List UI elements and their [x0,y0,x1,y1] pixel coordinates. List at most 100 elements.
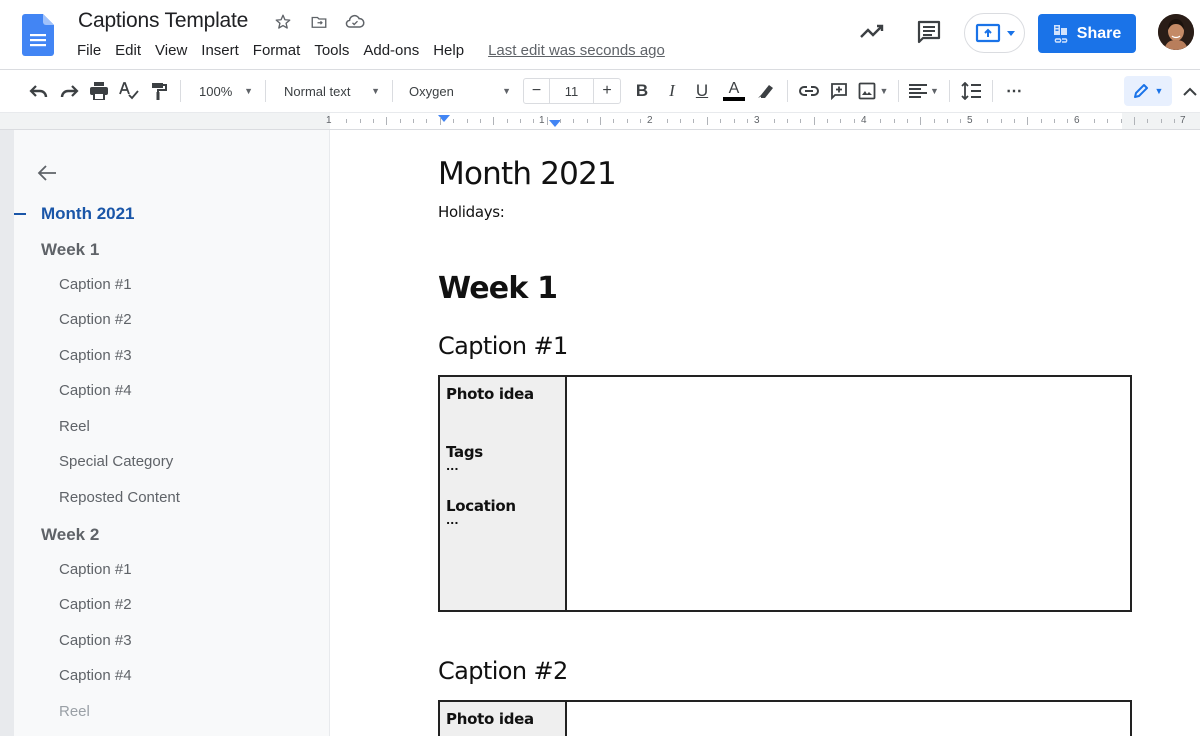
share-button[interactable]: Share [1038,14,1136,53]
ruler-tick [666,119,668,123]
ruler-tick [1053,119,1055,123]
menu-edit[interactable]: Edit [108,40,148,61]
cloud-saved-icon[interactable] [344,11,366,33]
menu-bar: File Edit View Insert Format Tools Add-o… [70,40,665,61]
bold-button[interactable]: B [627,77,657,105]
menu-file[interactable]: File [70,40,108,61]
outline-item-h3[interactable]: Caption #2 [59,311,132,328]
document-title[interactable]: Captions Template [78,9,248,33]
star-icon[interactable] [272,11,294,33]
menu-insert[interactable]: Insert [194,40,246,61]
outline-item-h2[interactable]: Week 2 [41,525,99,545]
ruler-tick [1027,117,1029,125]
move-to-folder-icon[interactable] [308,11,330,33]
ruler-tick [613,119,615,123]
ruler-tick [1120,119,1122,123]
outline-item-h3[interactable]: Special Category [59,453,173,470]
text-color-button[interactable]: A [717,77,751,105]
caret-down-icon: ▼ [502,86,511,96]
share-building-icon [1053,24,1068,43]
collapse-menus-icon[interactable] [1180,77,1200,105]
insert-link-icon[interactable] [794,77,824,105]
outline-item-h3[interactable]: Caption #4 [59,667,132,684]
text-color-swatch [723,97,745,101]
ruler-tick [1040,119,1042,123]
menu-tools[interactable]: Tools [307,40,356,61]
caret-down-icon: ▼ [244,86,253,96]
caption2-content-cell[interactable] [567,702,1130,736]
ruler-tick [586,119,588,123]
caption1-label-cell[interactable]: Photo idea Tags ... Location ... [440,377,567,610]
outline-item-h3[interactable]: Caption #3 [59,347,132,364]
ruler-tick [1160,119,1162,123]
divider [787,80,788,102]
redo-icon[interactable] [54,77,84,105]
ruler-tick [573,119,575,123]
caption1-content-cell[interactable] [567,377,1130,610]
ruler-tick [840,119,842,123]
ruler-tick [880,119,882,123]
insert-image-button[interactable]: ▼ [854,77,892,105]
comments-icon[interactable] [915,18,943,46]
holidays-text[interactable]: Holidays: [438,203,505,221]
location-value: ... [446,514,459,527]
last-edit-link[interactable]: Last edit was seconds ago [488,40,665,61]
undo-icon[interactable] [24,77,54,105]
line-spacing-icon[interactable] [956,77,986,105]
ruler-label: 6 [1074,115,1080,126]
outline-item-h1[interactable]: Month 2021 [41,204,135,224]
more-options-button[interactable]: ⋯ [999,77,1029,105]
week1-heading[interactable]: Week 1 [438,271,558,306]
ruler-label: 2 [647,115,653,126]
outline-item-h3[interactable]: Caption #4 [59,382,132,399]
highlight-color-icon[interactable] [751,77,781,105]
decrease-font-size-button[interactable]: − [524,79,550,103]
menu-view[interactable]: View [148,40,194,61]
google-docs-logo-icon[interactable] [22,14,54,56]
ruler-tick [733,119,735,123]
ruler-tick [426,119,428,123]
editing-toolbar: 100% ▼ Normal text ▼ Oxygen ▼ − 11 + B I… [0,70,1200,112]
caption2-heading[interactable]: Caption #2 [438,657,568,685]
close-outline-arrow-icon[interactable] [36,162,58,184]
ruler-label: 4 [861,115,867,126]
ruler-tick [800,119,802,123]
align-button[interactable]: ▼ [905,77,943,105]
paint-format-icon[interactable] [144,77,174,105]
print-icon[interactable] [84,77,114,105]
share-label: Share [1076,24,1122,42]
outline-item-h3[interactable]: Caption #3 [59,632,132,649]
outline-item-h3[interactable]: Caption #2 [59,596,132,613]
caption2-label-cell[interactable]: Photo idea [440,702,567,736]
outline-item-h3[interactable]: Caption #1 [59,276,132,293]
menu-addons[interactable]: Add-ons [356,40,426,61]
editing-mode-button[interactable]: ▼ [1124,76,1172,106]
underline-button[interactable]: U [687,77,717,105]
zoom-select[interactable]: 100% ▼ [187,77,259,105]
menu-format[interactable]: Format [246,40,308,61]
outline-item-h3[interactable]: Reel [59,418,90,435]
present-button[interactable] [964,13,1025,53]
activity-dashboard-icon[interactable] [858,20,886,44]
caption1-heading[interactable]: Caption #1 [438,332,568,360]
ruler-tick [359,119,361,123]
outline-item-h3[interactable]: Caption #1 [59,561,132,578]
paragraph-style-select[interactable]: Normal text ▼ [272,77,386,105]
ruler-label: 1 [326,115,332,126]
horizontal-ruler[interactable]: 1 1 2 3 4 5 6 7 [326,113,1200,129]
outline-item-h2[interactable]: Week 1 [41,240,99,260]
user-avatar[interactable] [1158,14,1194,50]
ruler-tick [533,119,535,123]
outline-item-h3[interactable]: Reposted Content [59,489,180,506]
menu-help[interactable]: Help [426,40,471,61]
document-page[interactable]: Month 2021 Holidays: Week 1 Caption #1 P… [331,130,1200,736]
spellcheck-icon[interactable] [114,77,144,105]
add-comment-icon[interactable] [824,77,854,105]
italic-button[interactable]: I [657,77,687,105]
increase-font-size-button[interactable]: + [594,79,620,103]
doc-title-heading[interactable]: Month 2021 [438,156,617,192]
outline-item-h3[interactable]: Reel [59,703,90,720]
font-select[interactable]: Oxygen ▼ [399,77,517,105]
ruler-tick [826,119,828,123]
font-size-input[interactable]: 11 [550,79,594,103]
